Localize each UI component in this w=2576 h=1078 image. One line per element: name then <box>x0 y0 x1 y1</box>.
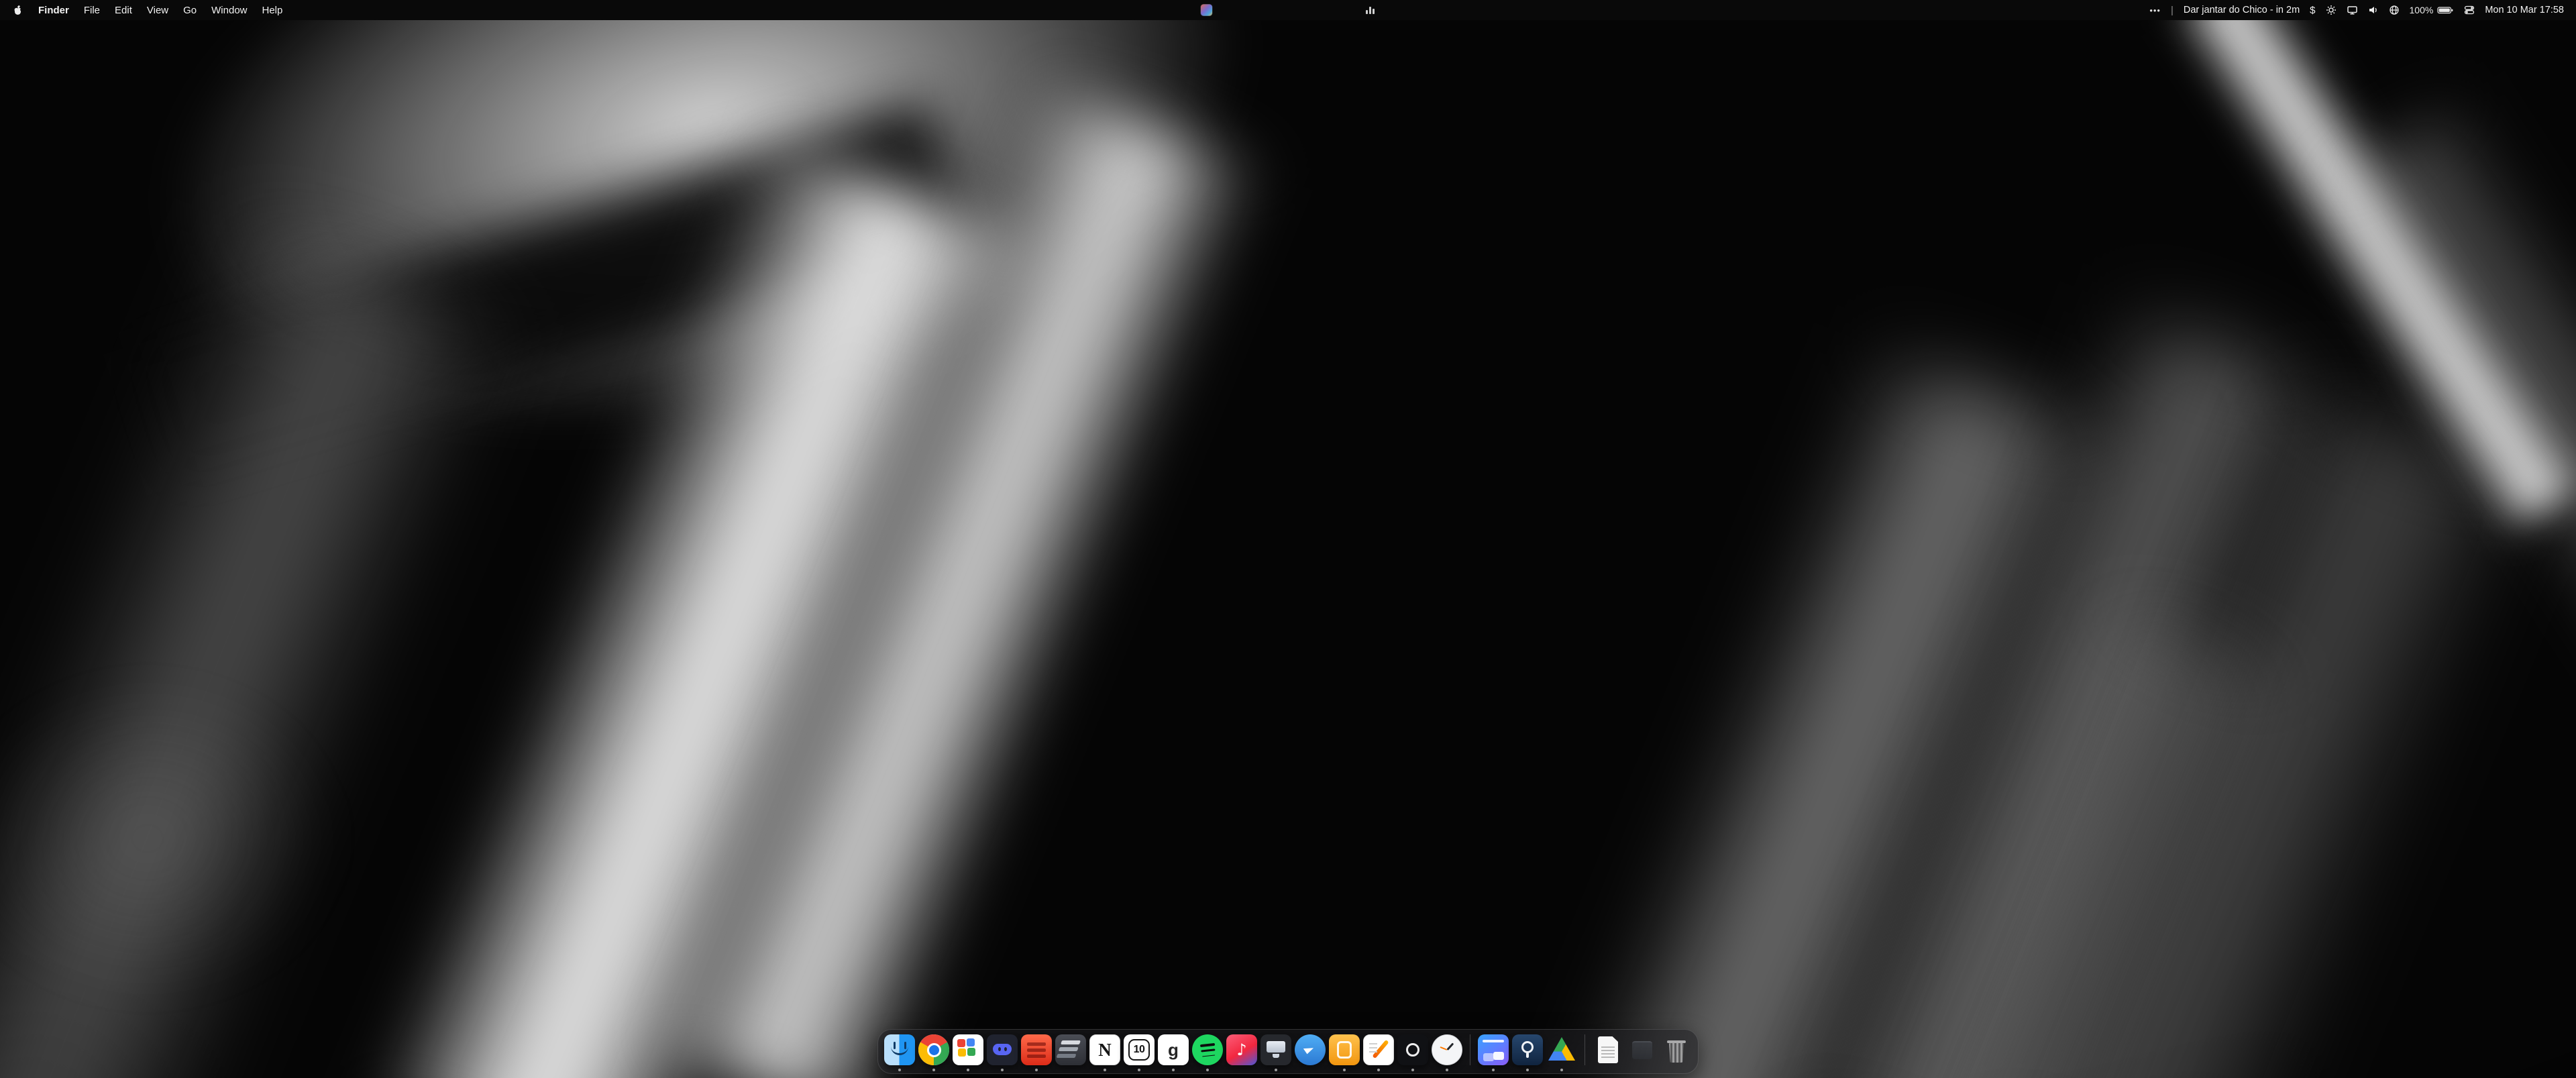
screen-capture-app-icon <box>1478 1034 1509 1065</box>
red-stack-app-icon <box>1021 1034 1052 1065</box>
g-app-icon: g <box>1158 1034 1189 1065</box>
running-indicator <box>1492 1069 1495 1071</box>
dock-item-orange-app[interactable] <box>1329 1034 1360 1065</box>
ten-app-icon: 10 <box>1124 1034 1155 1065</box>
dock-item-trash[interactable] <box>1661 1034 1692 1065</box>
wallpaper <box>0 0 2576 1078</box>
levels-icon <box>1366 6 1375 14</box>
menu-go[interactable]: Go <box>183 5 197 16</box>
control-center-icon[interactable] <box>2464 5 2475 15</box>
battery-percent: 100% <box>2410 5 2434 15</box>
desktop: Finder File Edit View Go Window Help •••… <box>0 0 2576 1078</box>
menu-window[interactable]: Window <box>211 5 247 16</box>
running-indicator <box>1343 1069 1346 1071</box>
dock: N 10 g <box>877 1029 1699 1074</box>
dock-item-dark-knot-app[interactable] <box>1397 1034 1428 1065</box>
gray-layers-app-icon <box>1055 1034 1086 1065</box>
trash-icon <box>1661 1034 1692 1065</box>
dock-item-blue-round-app[interactable] <box>1295 1034 1326 1065</box>
dock-item-google-drive[interactable] <box>1546 1034 1577 1065</box>
globe-icon[interactable] <box>2389 5 2400 15</box>
running-indicator <box>967 1069 969 1071</box>
running-indicator <box>1172 1069 1175 1071</box>
wallpaper-vignette <box>0 0 2576 1078</box>
downloads-stack-icon <box>1627 1034 1658 1065</box>
menubar-left: Finder File Edit View Go Window Help <box>12 5 282 16</box>
finder-icon <box>884 1034 915 1065</box>
apple-menu[interactable] <box>12 5 23 16</box>
calendar-event-item[interactable]: Dar jantar do Chico - in 2m <box>2184 5 2300 15</box>
running-indicator <box>1001 1069 1004 1071</box>
apple-icon <box>12 5 23 16</box>
running-indicator <box>932 1069 935 1071</box>
dock-item-ten-app[interactable]: 10 <box>1124 1034 1155 1065</box>
gauge-clock-app-icon <box>1432 1034 1462 1065</box>
ten-app-number: 10 <box>1128 1039 1150 1061</box>
running-indicator <box>1560 1069 1563 1071</box>
blue-round-app-icon <box>1295 1034 1326 1065</box>
google-drive-icon <box>1546 1034 1577 1065</box>
running-indicator <box>1035 1069 1038 1071</box>
now-playing-art-icon[interactable] <box>1201 5 1212 16</box>
menu-app-name[interactable]: Finder <box>38 5 69 16</box>
menu-view[interactable]: View <box>147 5 168 16</box>
dock-item-finder[interactable] <box>884 1034 915 1065</box>
running-indicator <box>1526 1069 1529 1071</box>
menu-help[interactable]: Help <box>262 5 283 16</box>
dock-item-red-stack-app[interactable] <box>1021 1034 1052 1065</box>
running-indicator <box>1411 1069 1414 1071</box>
one-password-icon <box>1512 1034 1543 1065</box>
dock-item-notion[interactable]: N <box>1089 1034 1120 1065</box>
dock-item-gray-layers-app[interactable] <box>1055 1034 1086 1065</box>
menubar-right: ••• | Dar jantar do Chico - in 2m $ <box>2149 5 2564 16</box>
dock-item-downloads[interactable] <box>1627 1034 1658 1065</box>
running-indicator <box>898 1069 901 1071</box>
dock-item-chrome[interactable] <box>918 1034 949 1065</box>
running-indicator <box>1377 1069 1380 1071</box>
document-file-icon <box>1593 1034 1623 1065</box>
dock-item-one-password[interactable] <box>1512 1034 1543 1065</box>
running-indicator <box>1104 1069 1106 1071</box>
dock-item-music-app[interactable] <box>1226 1034 1257 1065</box>
dock-item-collage-app[interactable] <box>953 1034 983 1065</box>
g-app-letter: g <box>1158 1034 1189 1065</box>
battery-icon <box>2437 5 2454 15</box>
running-indicator <box>1446 1069 1448 1071</box>
menubar-divider: | <box>2171 5 2174 16</box>
notion-icon: N <box>1089 1034 1120 1065</box>
gear-icon[interactable] <box>2326 5 2337 15</box>
audio-levels-icon[interactable] <box>1366 6 1375 14</box>
dock-item-monitor-app[interactable] <box>1260 1034 1291 1065</box>
menu-edit[interactable]: Edit <box>115 5 132 16</box>
spotify-icon <box>1192 1034 1223 1065</box>
battery-status[interactable]: 100% <box>2410 5 2455 15</box>
dock-item-g-app[interactable]: g <box>1158 1034 1189 1065</box>
chrome-icon <box>918 1034 949 1065</box>
running-indicator <box>1138 1069 1140 1071</box>
dark-knot-app-icon <box>1397 1034 1428 1065</box>
pages-icon <box>1363 1034 1394 1065</box>
currency-menu-icon[interactable]: $ <box>2310 5 2315 16</box>
orange-app-icon <box>1329 1034 1360 1065</box>
discord-icon <box>987 1034 1018 1065</box>
monitor-app-icon <box>1260 1034 1291 1065</box>
volume-icon[interactable] <box>2368 5 2379 15</box>
dock-item-screen-capture-app[interactable] <box>1478 1034 1509 1065</box>
music-app-icon <box>1226 1034 1257 1065</box>
display-icon[interactable] <box>2347 5 2358 15</box>
menubar-clock[interactable]: Mon 10 Mar 17:58 <box>2485 5 2564 15</box>
dock-item-gauge-clock-app[interactable] <box>1432 1034 1462 1065</box>
menubar: Finder File Edit View Go Window Help •••… <box>0 0 2576 20</box>
dock-item-discord[interactable] <box>987 1034 1018 1065</box>
dock-item-pages[interactable] <box>1363 1034 1394 1065</box>
dock-item-spotify[interactable] <box>1192 1034 1223 1065</box>
menu-file[interactable]: File <box>84 5 100 16</box>
dock-item-document-file[interactable] <box>1593 1034 1623 1065</box>
notion-letter: N <box>1090 1035 1120 1065</box>
album-art-icon <box>1201 5 1212 16</box>
running-indicator <box>1206 1069 1209 1071</box>
collage-app-icon <box>953 1034 983 1065</box>
more-menu-extras-icon[interactable]: ••• <box>2149 5 2161 15</box>
running-indicator <box>1275 1069 1277 1071</box>
